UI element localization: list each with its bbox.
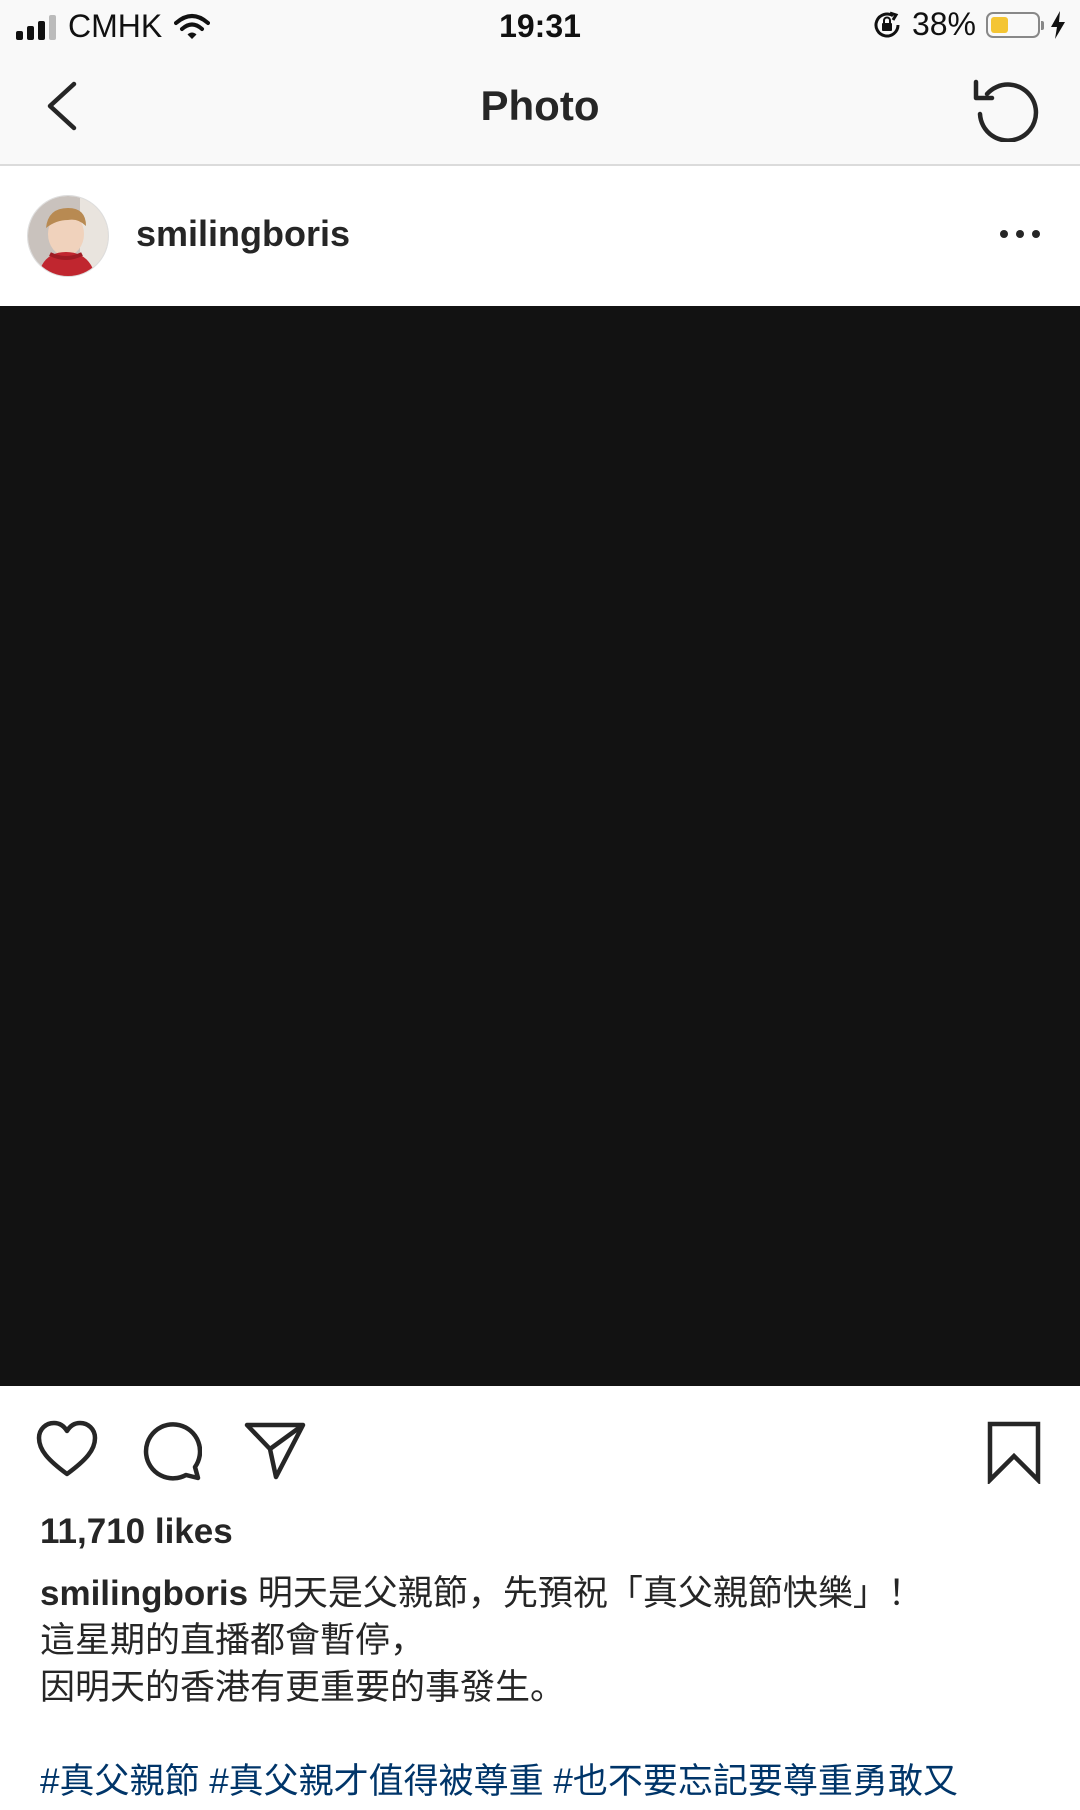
caption-line: 因明天的香港有更重要的事發生。 xyxy=(40,1668,566,1707)
send-icon[interactable] xyxy=(244,1420,306,1480)
status-right: 38% xyxy=(872,6,1066,43)
nav-bar: Photo xyxy=(0,52,1080,166)
battery-icon xyxy=(986,11,1044,38)
post-photo[interactable] xyxy=(0,306,1080,1386)
orientation-lock-icon xyxy=(874,11,900,37)
caption-line: 這星期的直播都會暫停， xyxy=(40,1621,426,1660)
post-username[interactable]: smilingboris xyxy=(136,213,350,255)
post-action-bar xyxy=(0,1386,1080,1516)
comment-icon[interactable] xyxy=(140,1420,202,1482)
caption-text: 明天是父親節，先預祝「真父親節快樂」！ xyxy=(257,1574,923,1613)
status-bar: CMHK 19:31 38% xyxy=(0,0,1080,52)
heart-icon[interactable] xyxy=(36,1420,98,1478)
battery-fill xyxy=(991,16,1008,33)
caption-hashtags[interactable]: #真父親節 #真父親才值得被尊重 #也不要忘記要尊重勇敢又 xyxy=(40,1758,1050,1805)
post-caption: smilingboris 明天是父親節，先預祝「真父親節快樂」！ 這星期的直播都… xyxy=(40,1570,1050,1805)
bookmark-icon[interactable] xyxy=(986,1420,1042,1484)
page-title: Photo xyxy=(480,82,600,129)
more-options-icon[interactable] xyxy=(998,226,1042,242)
battery-percent: 38% xyxy=(911,6,976,42)
caption-username[interactable]: smilingboris xyxy=(40,1574,248,1613)
likes-count[interactable]: 11,710 likes xyxy=(40,1512,233,1552)
charging-bolt-icon xyxy=(1051,10,1065,39)
caption-line: smilingboris 明天是父親節，先預祝「真父親節快樂」！ xyxy=(40,1570,1050,1617)
post-header: smilingboris xyxy=(0,166,1080,306)
avatar-image xyxy=(28,196,108,276)
avatar[interactable] xyxy=(27,195,109,277)
refresh-icon[interactable] xyxy=(970,72,1040,142)
